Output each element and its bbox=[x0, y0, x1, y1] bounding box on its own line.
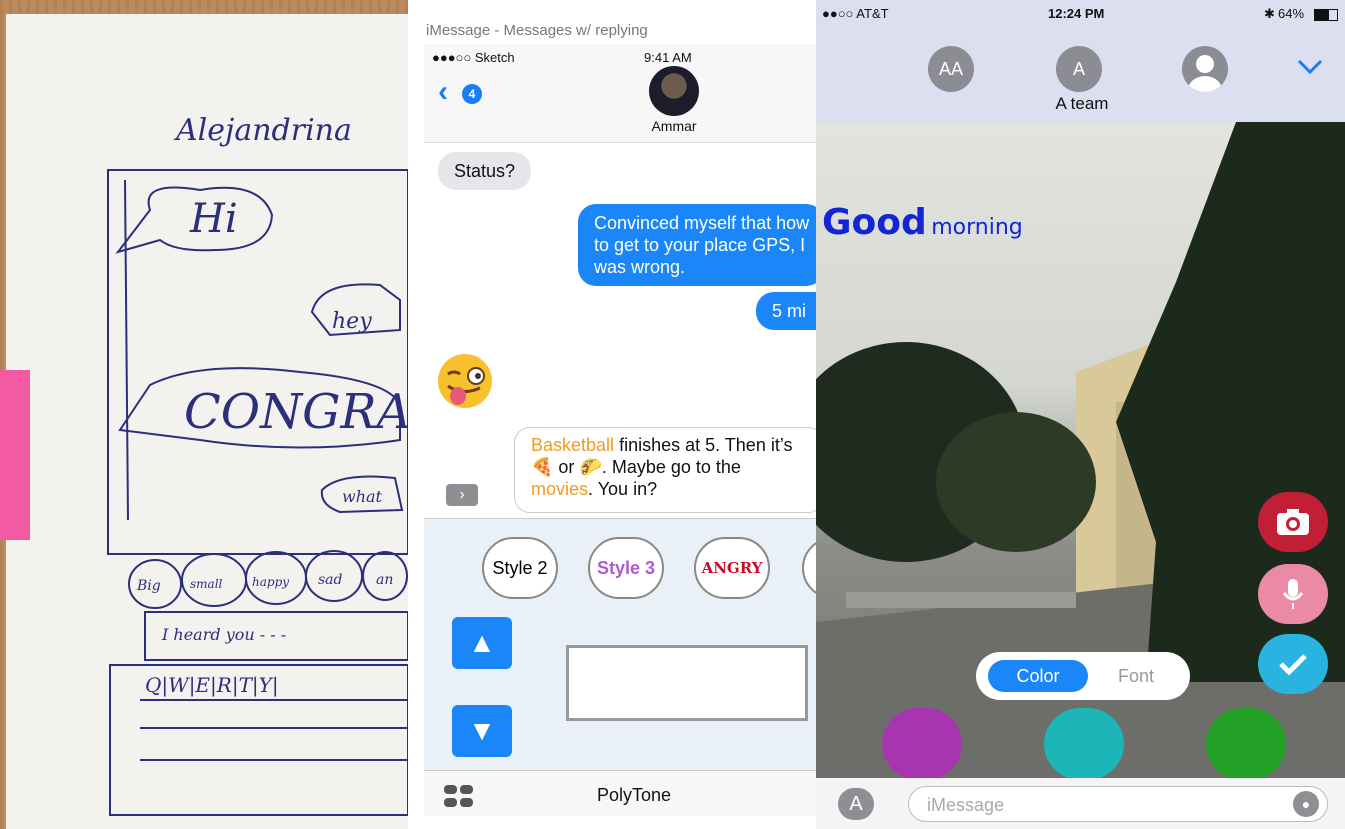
group-name[interactable]: A team bbox=[1032, 94, 1132, 114]
sketch-bubble-hi: Hi bbox=[189, 196, 238, 242]
teal-color-swatch[interactable] bbox=[1044, 708, 1124, 778]
winking-tongue-emoji-icon[interactable] bbox=[436, 352, 494, 410]
status-carrier: ●●○○ AT&T bbox=[822, 6, 889, 21]
window-title: iMessage - Messages w/ replying bbox=[426, 22, 648, 39]
sketch-style-happy: happy bbox=[252, 575, 289, 589]
suggested-reply-card[interactable]: Basketball finishes at 5. Then it’s 🍕 or… bbox=[514, 427, 816, 513]
back-chevron-icon[interactable]: ‹ bbox=[438, 77, 448, 107]
sketch-bubble-congrat: CONGRAT bbox=[184, 384, 408, 440]
unread-badge[interactable]: 4 bbox=[462, 84, 482, 104]
angry-style-button[interactable]: ANGRY bbox=[694, 537, 770, 599]
app-drawer-bar: PolyTone bbox=[424, 770, 816, 816]
quoted-keyword-movies: movies bbox=[531, 479, 589, 499]
sketch-style-sad: sad bbox=[318, 572, 343, 588]
color-tab[interactable]: Color bbox=[988, 660, 1088, 692]
sketch-keyboard-row: Q|W|E|R|T|Y| bbox=[145, 673, 279, 698]
avatar-a[interactable]: A bbox=[1056, 46, 1102, 92]
quoted-text: finishes at 5. Then it’s bbox=[614, 435, 793, 455]
sketch-name: Alejandrina bbox=[173, 113, 352, 148]
arrow-down-button[interactable]: ▼ bbox=[452, 705, 512, 757]
group-header: ●●○○ AT&T 12:24 PM ✱ 64% AA A A team bbox=[816, 0, 1345, 122]
quoted-text: . You in? bbox=[588, 479, 658, 499]
caption-overlay[interactable]: Good morning bbox=[822, 202, 1023, 243]
message-sent-long[interactable]: Convinced myself that how to get to your… bbox=[578, 204, 816, 286]
arrow-up-button[interactable]: ▲ bbox=[452, 617, 512, 669]
tone-preview-box[interactable] bbox=[566, 645, 808, 721]
sketch-style-an: an bbox=[376, 572, 393, 588]
taco-icon: 🌮 bbox=[579, 457, 602, 477]
caption-bold-text: Good bbox=[822, 202, 927, 243]
imessage-mockup-panel: iMessage - Messages w/ replying ●●●○○ Sk… bbox=[408, 0, 816, 829]
polytone-keyboard: Style 2 Style 3 ANGRY ▲ ▼ bbox=[424, 518, 816, 771]
sketch-style-small: small bbox=[190, 577, 223, 591]
contact-name[interactable]: Ammar bbox=[614, 118, 734, 134]
microphone-icon[interactable] bbox=[1258, 564, 1328, 624]
battery-icon bbox=[1314, 9, 1338, 21]
status-time: 12:24 PM bbox=[1048, 6, 1105, 21]
quoted-keyword-basketball: Basketball bbox=[531, 435, 615, 455]
photo-message-panel: ●●○○ AT&T 12:24 PM ✱ 64% AA A A team Goo… bbox=[816, 0, 1345, 829]
avatar-aa[interactable]: AA bbox=[928, 46, 974, 92]
style-2-button[interactable]: Style 2 bbox=[482, 537, 558, 599]
sketch-bubble-what: what bbox=[342, 487, 383, 506]
conversation-header: ●●●○○ Sketch 9:41 AM ‹ 4 Ammar bbox=[424, 44, 816, 143]
quoted-text: or bbox=[553, 457, 580, 477]
style-3-button[interactable]: Style 3 bbox=[588, 537, 664, 599]
battery-percent: 64% bbox=[1278, 6, 1305, 21]
camera-icon[interactable] bbox=[1258, 492, 1328, 552]
status-time: 9:41 AM bbox=[644, 50, 692, 65]
imessage-input[interactable]: iMessage ● bbox=[908, 786, 1328, 822]
style-4-button[interactable] bbox=[802, 537, 816, 599]
photo-background: Good morning Color Font bbox=[816, 122, 1345, 778]
sketch-bubble-hey: hey bbox=[332, 309, 372, 334]
paper-sketch-panel: Alejandrina Hi hey CONGRAT what Big smal… bbox=[0, 0, 408, 829]
checkmark-icon[interactable] bbox=[1258, 634, 1328, 694]
bluetooth-icon: ✱ bbox=[1264, 6, 1275, 21]
app-grid-icon[interactable] bbox=[444, 785, 474, 807]
chevron-right-icon[interactable]: › bbox=[446, 484, 478, 506]
font-tab[interactable]: Font bbox=[1094, 660, 1178, 692]
pizza-icon: 🍕 bbox=[531, 457, 554, 477]
sketch-style-big: Big bbox=[136, 578, 161, 594]
color-font-segmented-control: Color Font bbox=[976, 652, 1190, 700]
message-input-bar: A iMessage ● bbox=[816, 778, 1345, 829]
purple-color-swatch[interactable] bbox=[882, 708, 962, 778]
green-color-swatch[interactable] bbox=[1206, 708, 1286, 778]
person-avatar-icon[interactable] bbox=[1182, 46, 1228, 92]
app-name-label[interactable]: PolyTone bbox=[584, 785, 684, 806]
dictation-mic-icon[interactable]: ● bbox=[1293, 791, 1319, 817]
message-received-status[interactable]: Status? bbox=[438, 152, 532, 190]
sketch-drawing: Alejandrina Hi hey CONGRAT what Big smal… bbox=[107, 113, 408, 816]
phone-screen: ●●●○○ Sketch 9:41 AM ‹ 4 Ammar Status? C… bbox=[424, 44, 816, 816]
chevron-down-icon[interactable] bbox=[1296, 58, 1324, 81]
app-store-icon[interactable]: A bbox=[838, 788, 874, 820]
quoted-text: . Maybe go to the bbox=[601, 457, 741, 477]
message-sent-short[interactable]: 5 mi bbox=[756, 292, 816, 330]
sketch-input-text: I heard you - - - bbox=[161, 625, 286, 644]
status-carrier: ●●●○○ Sketch bbox=[432, 50, 515, 65]
input-placeholder: iMessage bbox=[927, 795, 1005, 815]
caption-text: morning bbox=[931, 215, 1023, 240]
contact-avatar[interactable] bbox=[649, 66, 699, 116]
